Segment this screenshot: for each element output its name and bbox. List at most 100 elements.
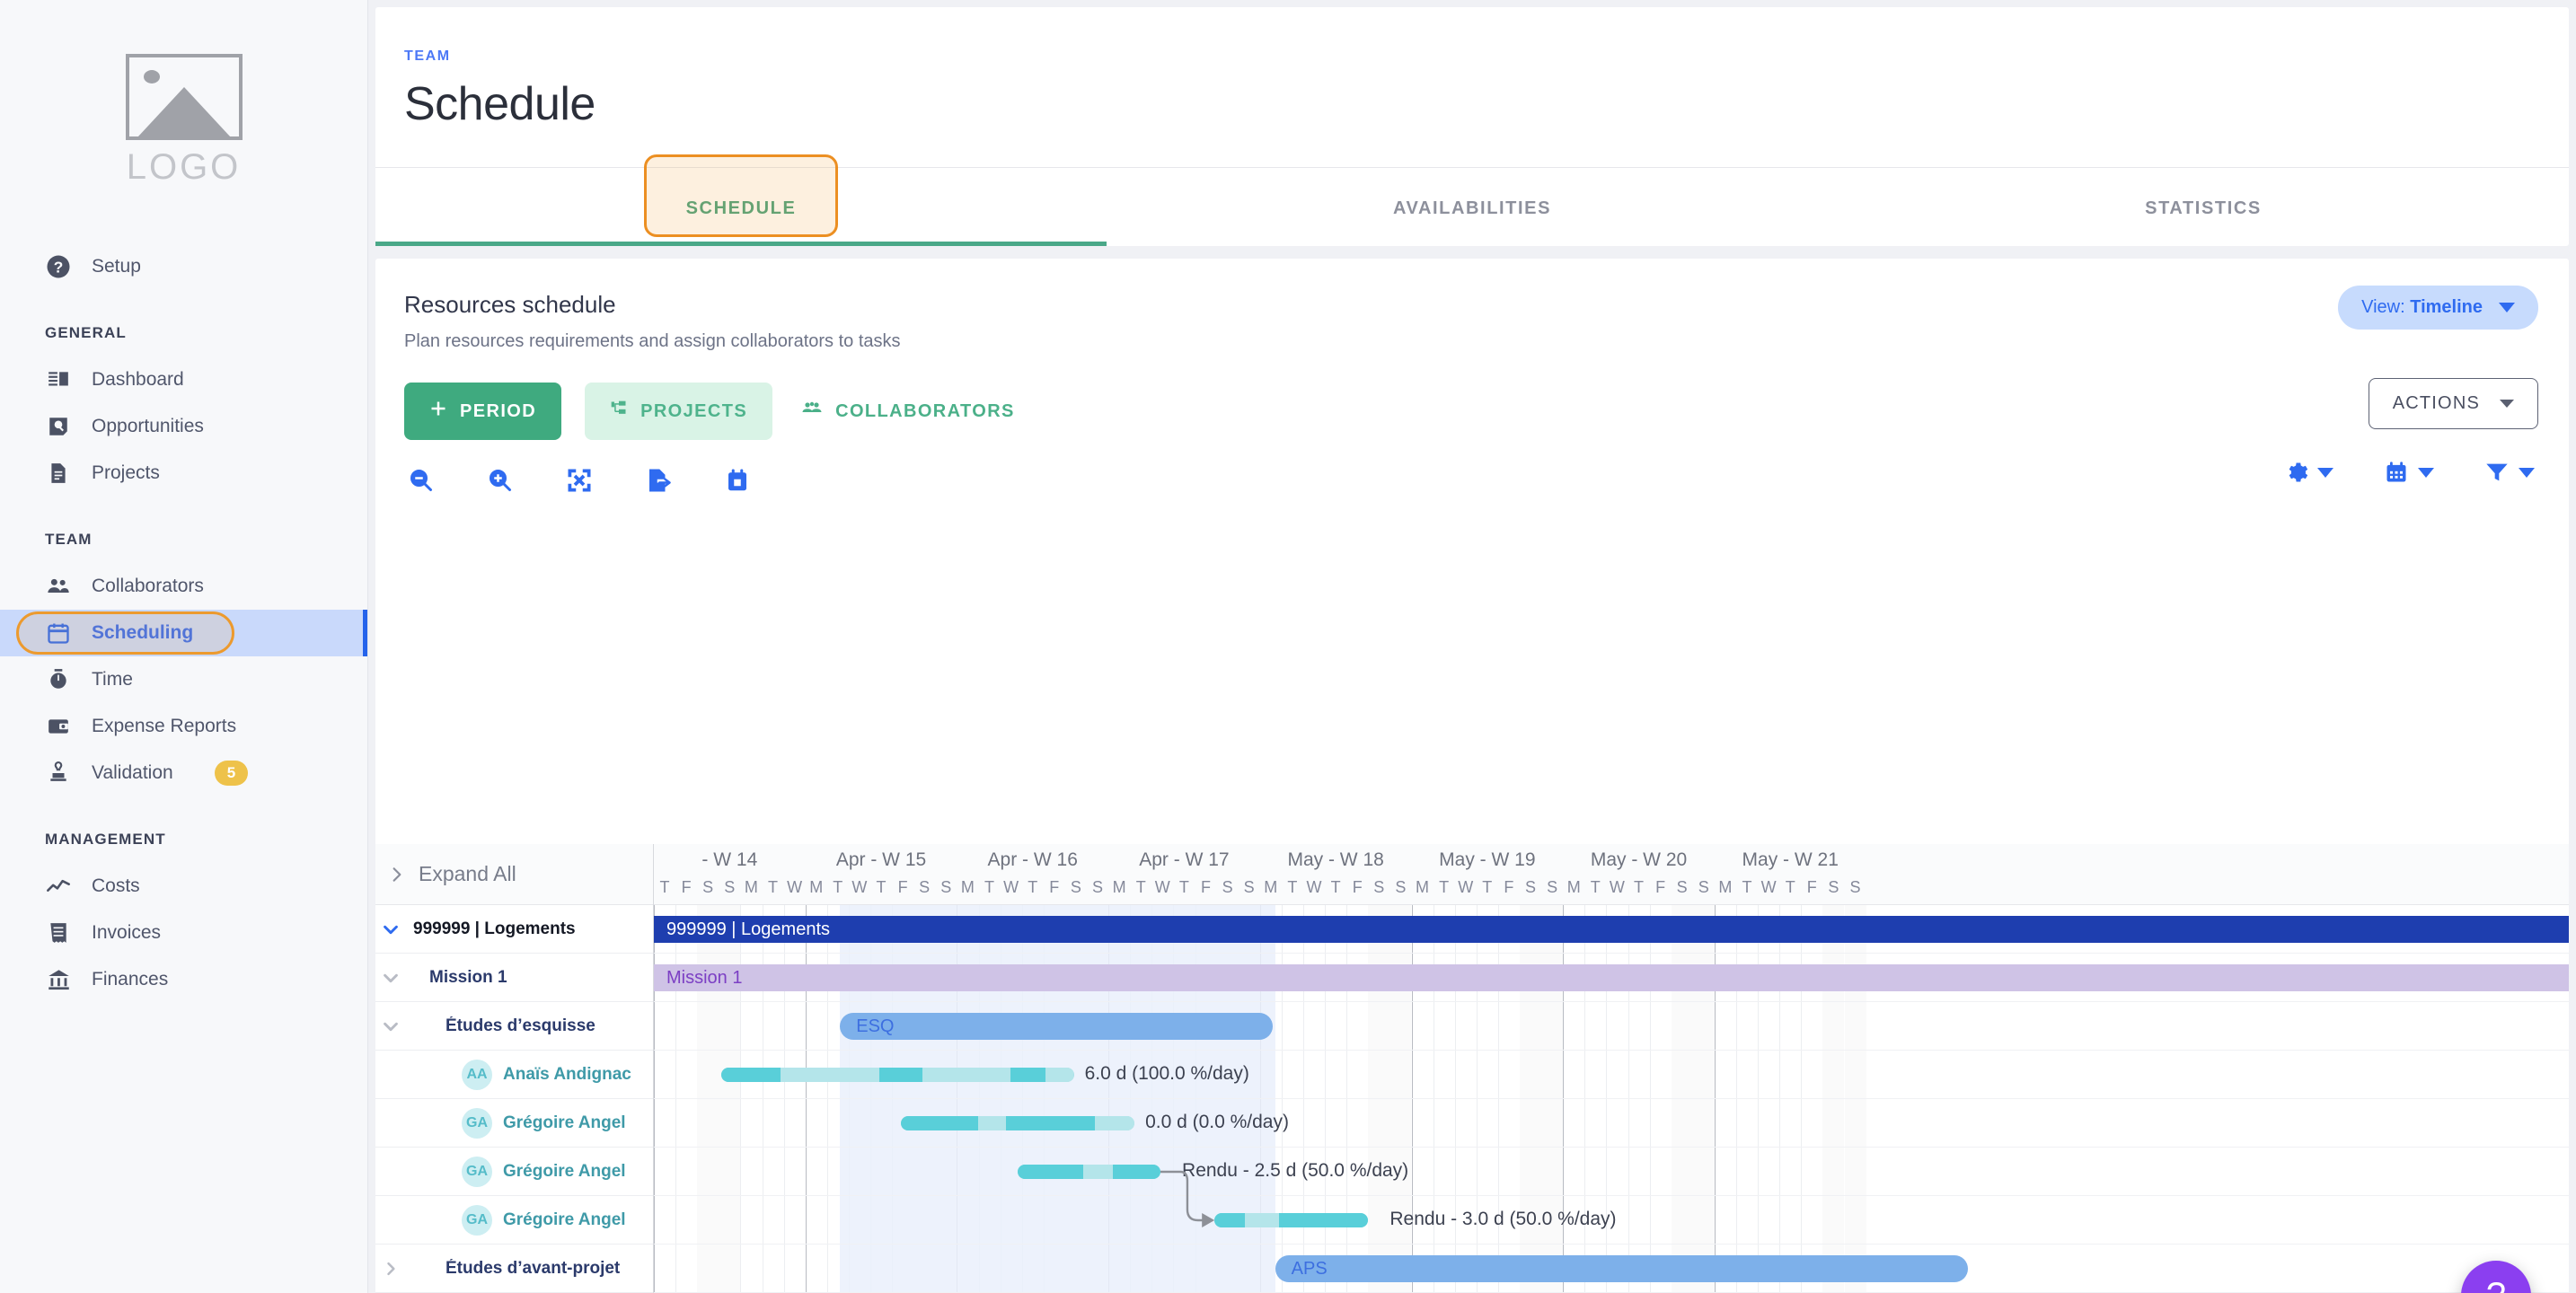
sidebar-item-validation[interactable]: Validation 5 — [0, 750, 367, 796]
sidebar-item-expense-reports[interactable]: Expense Reports — [0, 703, 367, 750]
expand-all-label: Expand All — [419, 862, 516, 885]
logo-sun-dot — [143, 70, 160, 84]
sidebar-item-label: Projects — [92, 462, 160, 483]
chevron-down-icon[interactable] — [375, 919, 406, 939]
zoom-out-icon[interactable] — [408, 467, 435, 494]
sidebar-item-label: Expense Reports — [92, 716, 237, 736]
day-label: F — [1352, 878, 1363, 896]
today-calendar-icon[interactable] — [724, 467, 751, 494]
day-label: M — [744, 878, 758, 896]
logo-text: LOGO — [126, 147, 242, 187]
sidebar-item-dashboard[interactable]: Dashboard — [0, 356, 367, 403]
gantt-tree-rows: 999999 | Logements Mission 1 Études d’esqu… — [375, 905, 653, 1293]
sidebar-item-label: Setup — [92, 256, 141, 277]
add-period-button[interactable]: PERIOD — [404, 383, 562, 440]
allocation-segment — [1245, 1213, 1280, 1227]
day-label: M — [960, 878, 975, 896]
gantt-task-bar[interactable]: ESQ — [840, 1013, 1274, 1040]
sidebar-item-invoices[interactable]: Invoices — [0, 910, 367, 956]
resources-schedule-card: Resources schedule Plan resources requir… — [375, 259, 2569, 1293]
day-label: T — [984, 878, 994, 896]
logo: LOGO — [0, 0, 367, 188]
tree-row[interactable]: AA Anaïs Andignac — [375, 1051, 653, 1099]
allocation-segment — [922, 1068, 1010, 1082]
calendar-range-icon[interactable] — [2384, 460, 2434, 485]
tree-row-content: Mission 1 — [406, 968, 507, 988]
day-label: M — [1566, 878, 1581, 896]
day-label: S — [1676, 878, 1688, 896]
tree-row[interactable]: Études d’esquisse — [375, 1002, 653, 1051]
gantt-layout: Expand All 999999 | Logements Mission 1 Ét… — [375, 844, 2569, 1293]
sidebar-item-time[interactable]: Time — [0, 656, 367, 703]
tab-availabilities[interactable]: AVAILABILITIES — [1107, 168, 1838, 246]
day-label: S — [1547, 878, 1558, 896]
tab-schedule[interactable]: SCHEDULE — [375, 154, 1107, 246]
day-label: W — [1154, 878, 1170, 896]
tree-row-content: Études d’esquisse — [406, 1016, 595, 1036]
day-label: W — [1609, 878, 1625, 896]
gantt-tool-icons — [408, 467, 2569, 494]
projects-button[interactable]: PROJECTS — [585, 383, 773, 440]
day-label: T — [1439, 878, 1450, 896]
logo-mountain — [137, 87, 231, 136]
main-content: TEAM Schedule SCHEDULE AVAILABILITIES ST… — [368, 0, 2576, 1293]
gantt-allocation-bar[interactable] — [1017, 1165, 1160, 1179]
expand-all-button[interactable]: Expand All — [375, 844, 653, 905]
logo-placeholder-icon — [125, 54, 243, 140]
gantt-bar-label: Rendu - 3.0 d (50.0 %/day) — [1389, 1209, 1617, 1229]
sidebar-section-team: TEAM — [45, 531, 93, 548]
day-label: T — [1330, 878, 1341, 896]
chevron-down-icon[interactable] — [375, 1016, 406, 1036]
collaborators-button[interactable]: COLLABORATORS — [796, 383, 1040, 440]
gantt-row: Mission 1 — [654, 954, 2569, 1002]
day-label: T — [1178, 878, 1189, 896]
actions-button[interactable]: ACTIONS — [2368, 378, 2538, 429]
sidebar-item-scheduling[interactable]: Scheduling — [0, 610, 367, 656]
gantt-tree-panel: Expand All 999999 | Logements Mission 1 Ét… — [375, 844, 654, 1293]
fit-screen-icon[interactable] — [566, 467, 593, 494]
day-label: S — [1243, 878, 1255, 896]
gantt-mission-bar[interactable]: Mission 1 — [654, 964, 2569, 991]
day-label: W — [1760, 878, 1777, 896]
zoom-in-icon[interactable] — [487, 467, 514, 494]
sidebar-item-setup[interactable]: ? Setup — [0, 243, 367, 290]
day-label: F — [897, 878, 908, 896]
sidebar-item-label: Opportunities — [92, 416, 204, 436]
week-label: Apr - W 16 — [987, 849, 1078, 870]
tree-row[interactable]: Études d’avant-projet — [375, 1245, 653, 1293]
export-icon[interactable] — [645, 467, 672, 494]
view-selector[interactable]: View: Timeline — [2338, 286, 2538, 330]
gear-icon[interactable] — [2283, 460, 2333, 485]
tree-row[interactable]: 999999 | Logements — [375, 905, 653, 954]
filter-icon[interactable] — [2484, 460, 2535, 485]
tree-row[interactable]: GA Grégoire Angel — [375, 1196, 653, 1245]
gantt-allocation-bar[interactable] — [900, 1116, 1134, 1130]
sidebar-item-costs[interactable]: Costs — [0, 863, 367, 910]
gantt-project-bar[interactable]: 999999 | Logements — [654, 916, 2569, 943]
day-label: S — [702, 878, 714, 896]
tree-row[interactable]: GA Grégoire Angel — [375, 1099, 653, 1148]
chevron-down-icon — [2500, 400, 2514, 408]
app-root: LOGO ? Setup GENERAL Dashboard Opportuni… — [0, 0, 2576, 1293]
sidebar-item-collaborators[interactable]: Collaborators — [0, 563, 367, 610]
wallet-icon — [45, 713, 72, 740]
sidebar-item-finances[interactable]: Finances — [0, 956, 367, 1003]
tree-row-content: AA Anaïs Andignac — [406, 1059, 631, 1090]
sidebar-item-label: Invoices — [92, 922, 162, 943]
chevron-right-icon[interactable] — [375, 1260, 406, 1278]
day-label: W — [851, 878, 868, 896]
chevron-down-icon[interactable] — [375, 968, 406, 988]
gantt-allocation-bar[interactable] — [1214, 1213, 1369, 1227]
sidebar-item-opportunities[interactable]: Opportunities — [0, 403, 367, 450]
day-label: T — [768, 878, 778, 896]
tab-statistics[interactable]: STATISTICS — [1838, 168, 2569, 246]
sidebar-item-projects[interactable]: Projects — [0, 450, 367, 497]
gantt-allocation-bar[interactable] — [720, 1068, 1074, 1082]
allocation-segment — [1045, 1068, 1074, 1082]
tree-row[interactable]: Mission 1 — [375, 954, 653, 1002]
view-prefix: View: — [2361, 297, 2405, 317]
gantt-task-bar[interactable]: APS — [1275, 1255, 1968, 1282]
gantt-row: Rendu - 2.5 d (50.0 %/day) — [654, 1148, 2569, 1196]
tree-row[interactable]: GA Grégoire Angel — [375, 1148, 653, 1196]
allocation-segment — [720, 1068, 781, 1082]
